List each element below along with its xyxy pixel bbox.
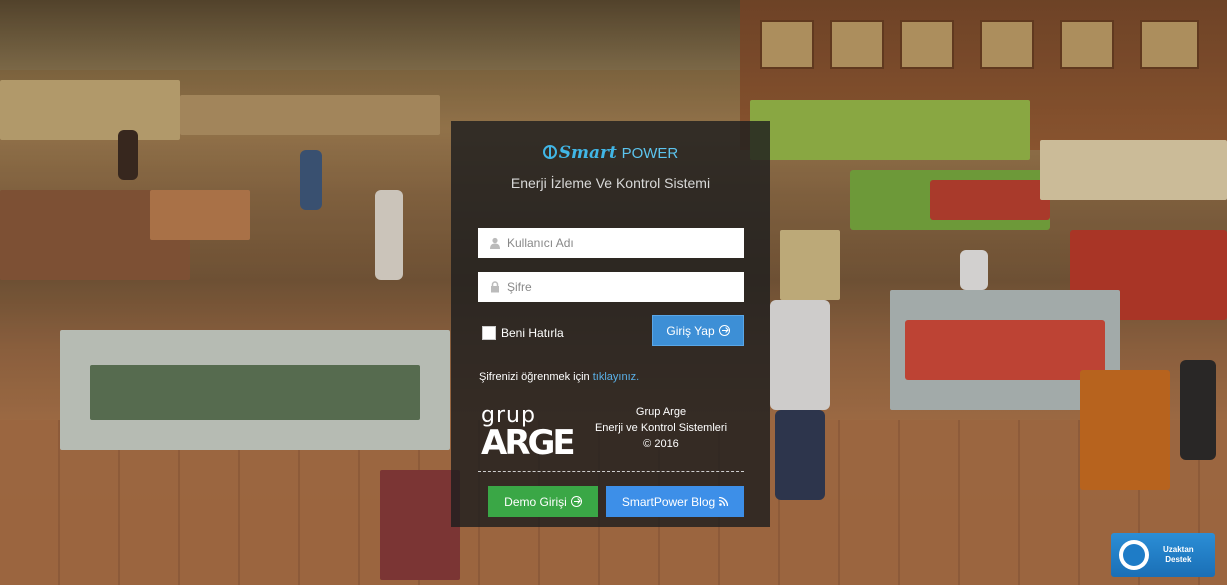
support-line2: Destek <box>1165 555 1192 564</box>
arrow-circle-right-icon <box>570 496 582 507</box>
company-info: Grup Arge Enerji ve Kontrol Sistemleri ©… <box>581 404 741 452</box>
demo-login-button[interactable]: Demo Girişi <box>488 486 598 517</box>
login-button[interactable]: Giriş Yap <box>652 315 744 346</box>
company-description: Enerji ve Kontrol Sistemleri <box>594 422 728 434</box>
username-field[interactable] <box>478 228 744 258</box>
support-line1: Uzaktan <box>1163 545 1194 554</box>
forgot-password-link[interactable]: tıklayınız. <box>593 371 639 383</box>
forgot-password-text: Şifrenizi öğrenmek için tıklayınız. <box>479 371 639 383</box>
forgot-prefix: Şifrenizi öğrenmek için <box>479 371 593 383</box>
arrow-circle-right-icon <box>718 325 730 336</box>
leaf-icon <box>542 145 557 159</box>
divider <box>478 471 744 472</box>
blog-button[interactable]: SmartPower Blog <box>606 486 744 517</box>
copyright: © 2016 <box>643 438 679 450</box>
login-button-label: Giriş Yap <box>666 323 715 338</box>
company-name: Grup Arge <box>635 406 687 418</box>
username-input[interactable] <box>507 230 744 256</box>
brand-smart: Smart <box>558 143 617 163</box>
logo-arge-text: ARGE <box>481 423 576 463</box>
user-icon <box>490 237 500 249</box>
password-field[interactable] <box>478 272 744 302</box>
brand-power: POWER <box>621 145 679 162</box>
lock-icon <box>491 281 499 293</box>
smartpower-logo: Smart POWER <box>451 143 770 163</box>
grup-arge-logo: grup ARGE <box>481 405 577 463</box>
rss-icon <box>719 497 729 506</box>
password-input[interactable] <box>507 274 744 300</box>
app-subtitle: Enerji İzleme Ve Kontrol Sistemi <box>510 175 711 191</box>
remote-support-button[interactable]: Uzaktan Destek <box>1111 533 1215 577</box>
remember-me[interactable]: Beni Hatırla <box>482 326 564 340</box>
demo-button-label: Demo Girişi <box>504 494 567 509</box>
remember-checkbox[interactable] <box>482 326 496 340</box>
remember-label: Beni Hatırla <box>501 326 564 340</box>
blog-button-label: SmartPower Blog <box>621 494 716 509</box>
login-panel: Smart POWER Enerji İzleme Ve Kontrol Sis… <box>451 121 770 527</box>
teamviewer-icon <box>1119 540 1149 570</box>
